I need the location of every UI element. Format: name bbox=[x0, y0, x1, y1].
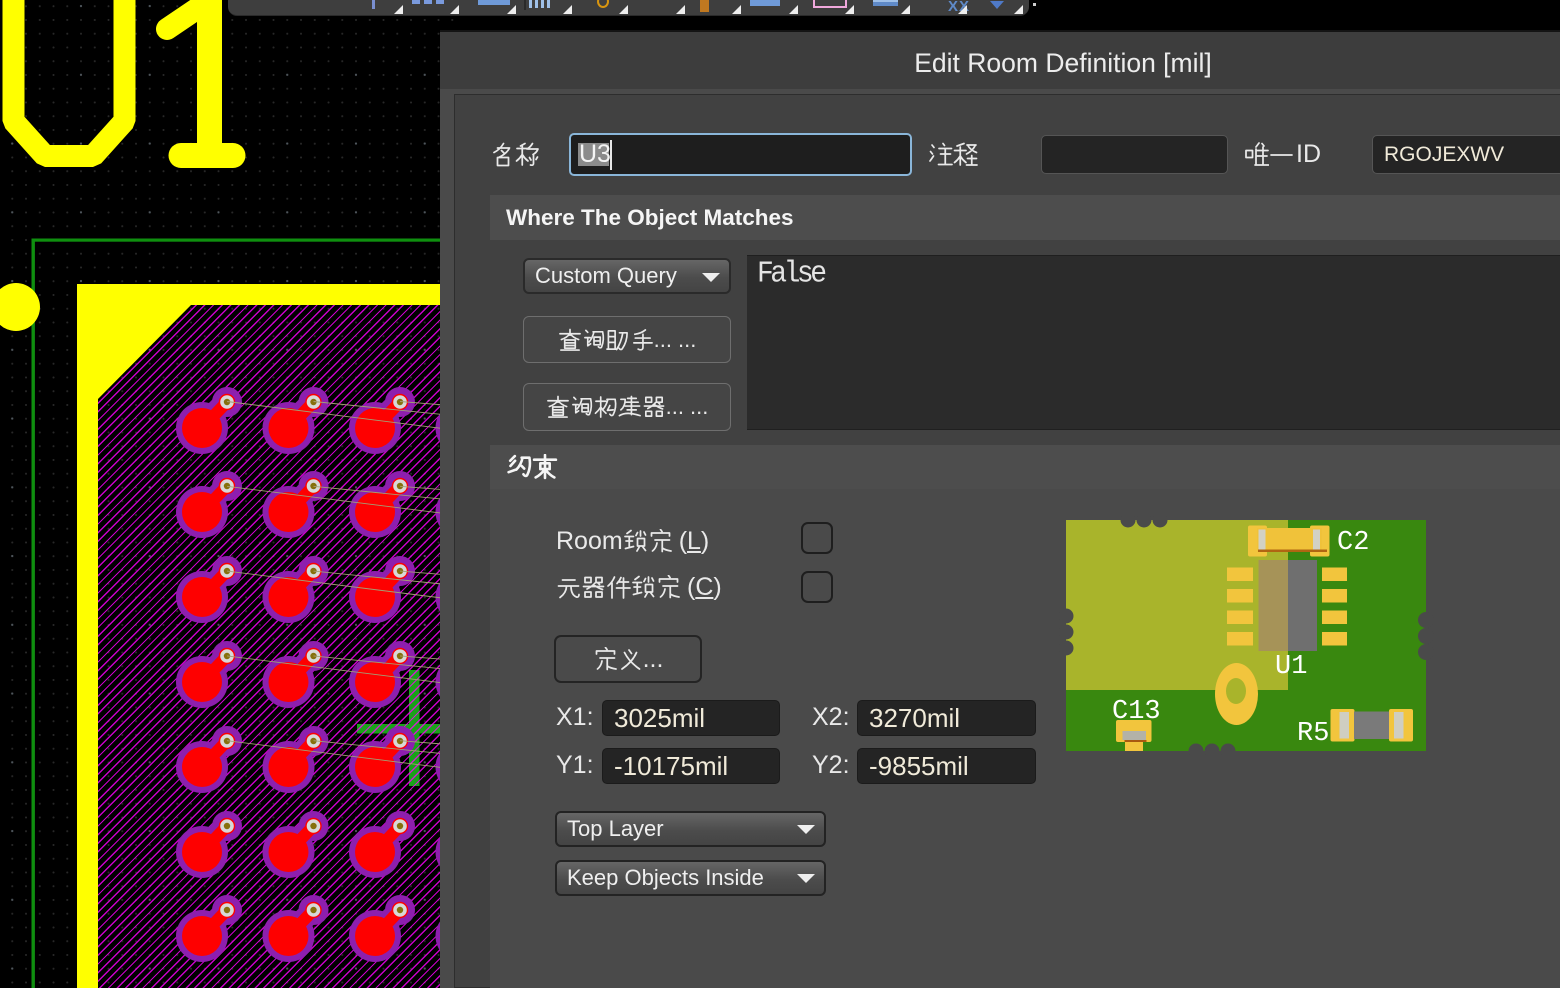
svg-text:U1: U1 bbox=[1275, 652, 1307, 682]
svg-text:C13: C13 bbox=[1112, 697, 1161, 727]
svg-text:R5: R5 bbox=[1297, 719, 1329, 749]
svg-text:C2: C2 bbox=[1337, 528, 1369, 558]
